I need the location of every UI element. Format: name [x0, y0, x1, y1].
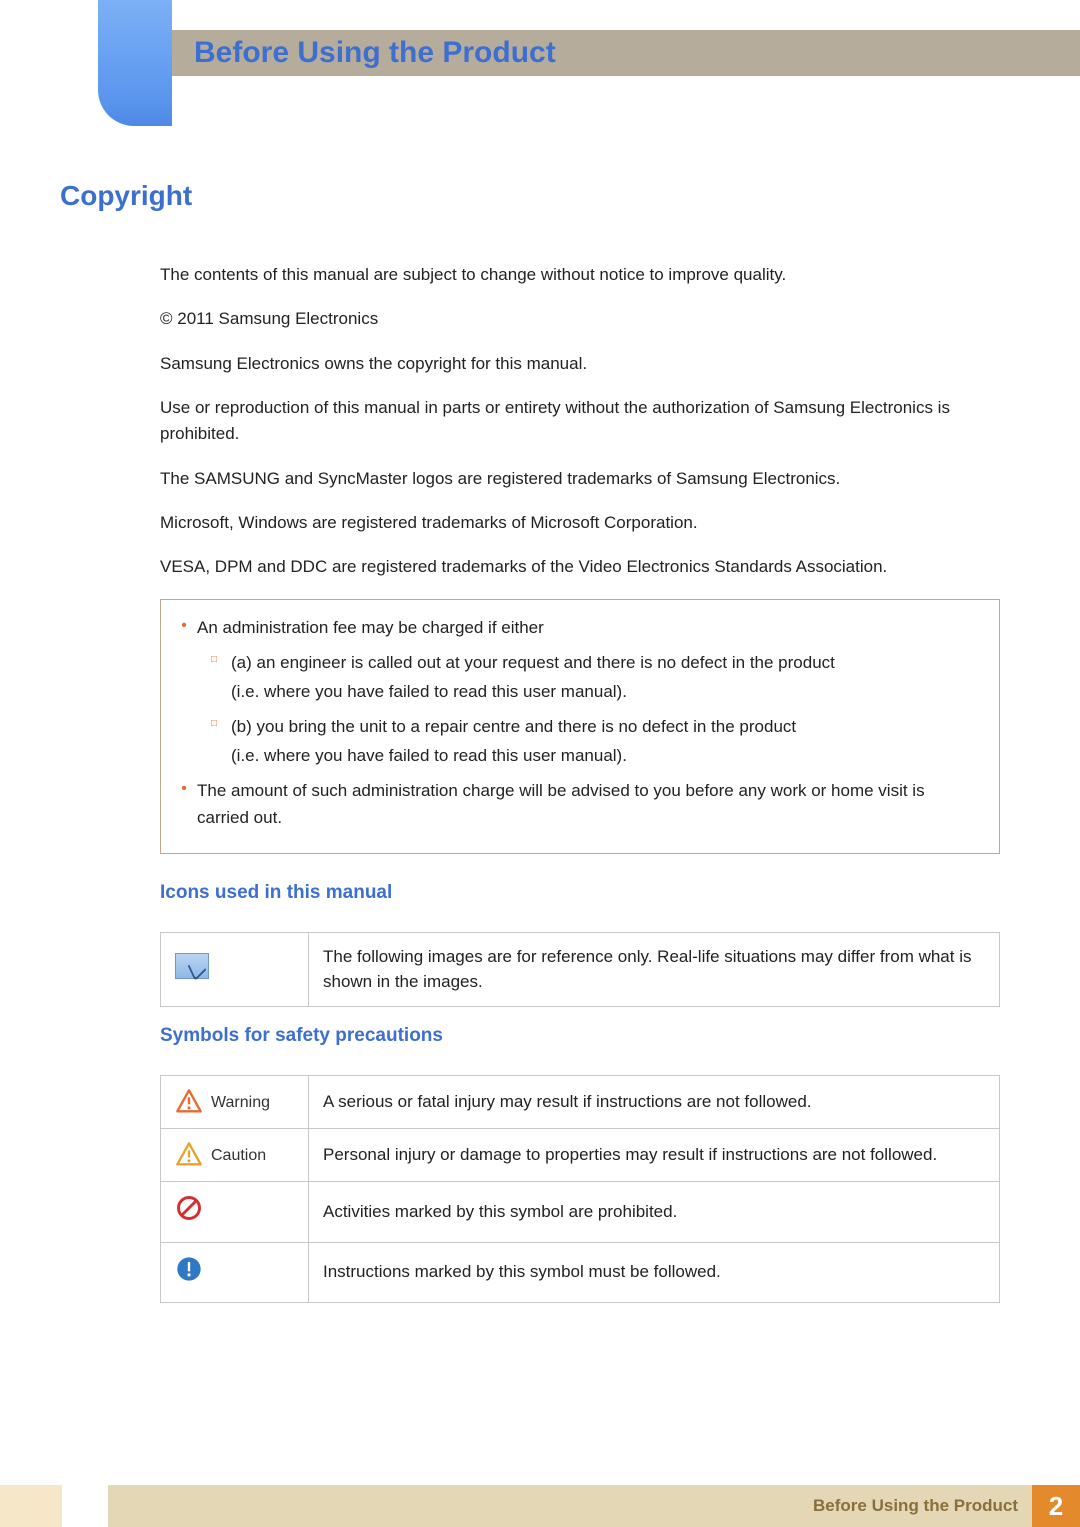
symbols-table: Warning A serious or fatal injury may re… — [160, 1075, 1000, 1303]
paragraph: VESA, DPM and DDC are registered tradema… — [160, 554, 1000, 580]
footer-chapter-text: Before Using the Product — [813, 1496, 1018, 1516]
subitem-b: (b) you bring the unit to a repair centr… — [231, 717, 796, 736]
page-number: 2 — [1032, 1485, 1080, 1527]
list-text: (b) you bring the unit to a repair centr… — [231, 713, 981, 771]
symbol-description: A serious or fatal injury may result if … — [309, 1076, 1000, 1129]
table-row: Instructions marked by this symbol must … — [161, 1242, 1000, 1303]
footer-gap — [62, 1485, 108, 1527]
table-row: Warning A serious or fatal injury may re… — [161, 1076, 1000, 1129]
caution-icon — [175, 1141, 203, 1169]
body-text: The contents of this manual are subject … — [160, 262, 1000, 1303]
subsection-title-symbols: Symbols for safety precautions — [160, 1025, 1000, 1047]
subitem-a: (a) an engineer is called out at your re… — [231, 653, 835, 672]
prohibited-icon — [175, 1194, 203, 1222]
icon-cell — [161, 1242, 309, 1303]
list-item: • The amount of such administration char… — [171, 777, 981, 831]
subsection-title-icons: Icons used in this manual — [160, 882, 1000, 904]
icon-description: The following images are for reference o… — [309, 932, 1000, 1006]
warning-label: Warning — [211, 1091, 270, 1114]
warning-icon — [175, 1088, 203, 1116]
bullet-square-icon: □ — [197, 649, 231, 707]
paragraph: © 2011 Samsung Electronics — [160, 306, 1000, 332]
icons-table: The following images are for reference o… — [160, 932, 1000, 1007]
table-row: The following images are for reference o… — [161, 932, 1000, 1006]
header-title-bg: Before Using the Product — [172, 30, 1080, 76]
symbol-description: Personal injury or damage to properties … — [309, 1129, 1000, 1182]
note-icon — [175, 953, 209, 979]
subitem-b-note: (i.e. where you have failed to read this… — [231, 746, 627, 765]
paragraph: Use or reproduction of this manual in pa… — [160, 395, 1000, 448]
table-row: Activities marked by this symbol are pro… — [161, 1182, 1000, 1243]
chapter-tab — [98, 0, 172, 126]
icon-cell — [161, 1182, 309, 1243]
icon-cell: Warning — [161, 1076, 309, 1129]
paragraph: The SAMSUNG and SyncMaster logos are reg… — [160, 466, 1000, 492]
list-subitem: □ (b) you bring the unit to a repair cen… — [197, 713, 981, 771]
header-spacer-left — [0, 30, 98, 76]
footer-accent — [0, 1485, 62, 1527]
icon-cell: Caution — [161, 1129, 309, 1182]
page-content: Copyright The contents of this manual ar… — [60, 180, 1020, 1303]
subitem-a-note: (i.e. where you have failed to read this… — [231, 682, 627, 701]
bullet-icon: • — [171, 614, 197, 641]
section-title-copyright: Copyright — [60, 180, 1020, 212]
symbol-description: Activities marked by this symbol are pro… — [309, 1182, 1000, 1243]
symbol-description: Instructions marked by this symbol must … — [309, 1242, 1000, 1303]
chapter-title: Before Using the Product — [194, 36, 556, 70]
admin-fee-box: • An administration fee may be charged i… — [160, 599, 1000, 854]
paragraph: Samsung Electronics owns the copyright f… — [160, 351, 1000, 377]
icon-cell — [161, 932, 309, 1006]
page-footer: Before Using the Product 2 — [0, 1485, 1080, 1527]
must-follow-icon — [175, 1255, 203, 1283]
footer-bar: Before Using the Product 2 — [108, 1485, 1080, 1527]
caution-label: Caution — [211, 1144, 266, 1167]
list-item: • An administration fee may be charged i… — [171, 614, 981, 641]
paragraph: The contents of this manual are subject … — [160, 262, 1000, 288]
table-row: Caution Personal injury or damage to pro… — [161, 1129, 1000, 1182]
list-text: An administration fee may be charged if … — [197, 614, 981, 641]
list-text: (a) an engineer is called out at your re… — [231, 649, 981, 707]
bullet-icon: • — [171, 777, 197, 831]
list-subitem: □ (a) an engineer is called out at your … — [197, 649, 981, 707]
list-text: The amount of such administration charge… — [197, 777, 981, 831]
paragraph: Microsoft, Windows are registered tradem… — [160, 510, 1000, 536]
bullet-square-icon: □ — [197, 713, 231, 771]
